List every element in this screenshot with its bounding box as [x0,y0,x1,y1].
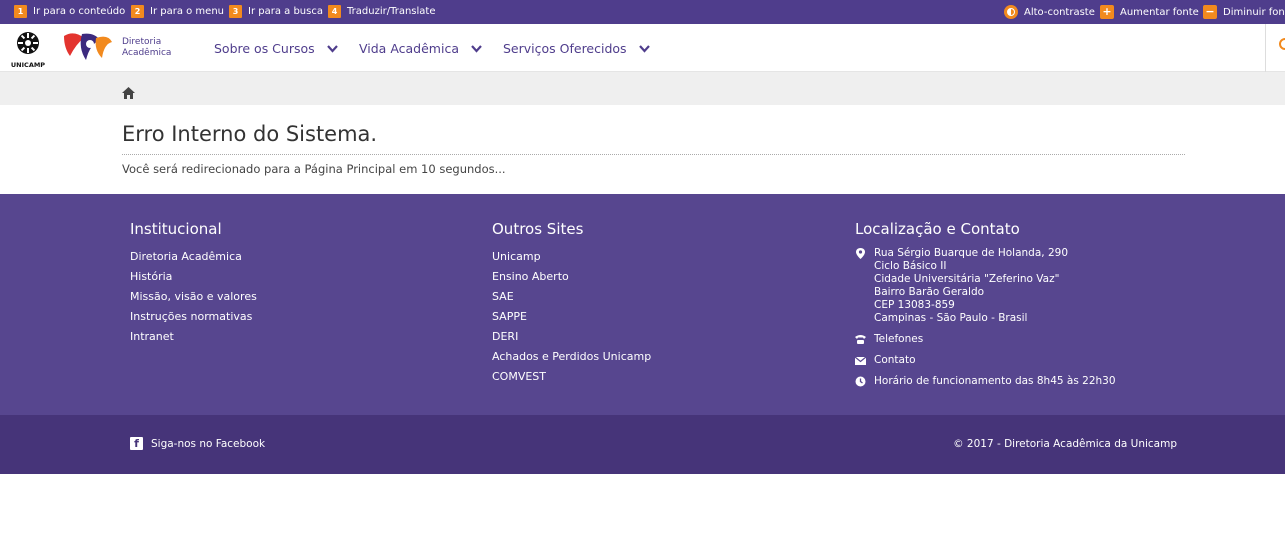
footer-link[interactable]: História [130,267,257,287]
site-footer: Institucional Diretoria Acadêmica Histór… [0,194,1285,415]
number-badge: 3 [229,5,242,18]
phone-icon [855,335,866,344]
address-line: Ciclo Básico II [874,260,947,272]
contrast-icon [1004,5,1018,19]
page-title: Erro Interno do Sistema. [122,122,378,146]
site-header: UNICAMP Diretoria Acadêmica Sobre os Cur… [0,24,1285,72]
skip-to-content-label: Ir para o conteúdo [33,6,126,17]
chevron-down-icon [471,44,482,53]
skip-to-menu-link[interactable]: 2 Ir para o menu [131,5,224,18]
number-badge: 4 [328,5,341,18]
footer-heading: Outros Sites [492,220,584,238]
footer-institucional: Institucional Diretoria Acadêmica Histór… [130,220,257,347]
skip-to-menu-label: Ir para o menu [150,6,224,17]
search-icon[interactable] [1279,38,1285,50]
address-line: Rua Sérgio Buarque de Holanda, 290 [874,247,1068,259]
sub-footer: f Siga-nos no Facebook © 2017 - Diretori… [0,415,1285,474]
footer-outros-sites: Outros Sites Unicamp Ensino Aberto SAE S… [492,220,651,387]
diretoria-academica-logo[interactable] [60,30,114,64]
brand-line1: Diretoria [122,37,162,47]
decrease-font-label: Diminuir fonte [1223,6,1285,18]
brand-text[interactable]: Diretoria Acadêmica [122,37,171,59]
footer-contato: Localização e Contato Rua Sérgio Buarque… [855,220,1116,396]
footer-heading: Institucional [130,220,222,238]
unicamp-logo[interactable]: UNICAMP [8,29,48,69]
footer-link[interactable]: Diretoria Acadêmica [130,247,257,267]
phone-link[interactable]: Telefones [855,333,1116,346]
header-divider [1265,24,1266,72]
minus-icon: − [1203,5,1217,19]
footer-link[interactable]: DERI [492,327,651,347]
footer-link[interactable]: Instruções normativas [130,307,257,327]
high-contrast-button[interactable]: Alto-contraste [1004,5,1095,19]
address-line: CEP 13083-859 [874,299,955,311]
skip-to-content-link[interactable]: 1 Ir para o conteúdo [14,5,125,18]
footer-link[interactable]: SAE [492,287,651,307]
footer-link[interactable]: COMVEST [492,367,651,387]
footer-link[interactable]: Missão, visão e valores [130,287,257,307]
unicamp-wordmark: UNICAMP [11,61,45,69]
contact-link[interactable]: Contato [855,354,1116,367]
address-line: Bairro Barão Geraldo [874,286,985,298]
envelope-icon [855,356,866,365]
accessibility-bar: 1 Ir para o conteúdo 2 Ir para o menu 3 … [0,0,1285,24]
facebook-link[interactable]: f Siga-nos no Facebook [130,437,265,450]
copyright-text: © 2017 - Diretoria Acadêmica da Unicamp [953,438,1177,450]
footer-link[interactable]: Achados e Perdidos Unicamp [492,347,651,367]
nav-label: Sobre os Cursos [214,41,315,56]
facebook-label: Siga-nos no Facebook [151,437,266,450]
footer-link[interactable]: Unicamp [492,247,651,267]
translate-link[interactable]: 4 Traduzir/Translate [328,5,435,18]
contact-label: Contato [874,354,916,366]
facebook-icon: f [130,437,143,450]
home-icon[interactable] [122,87,135,99]
footer-link[interactable]: Intranet [130,327,257,347]
increase-font-button[interactable]: + Aumentar fonte [1100,5,1199,19]
map-marker-icon [856,248,865,259]
title-divider [122,154,1185,155]
address-line: Campinas - São Paulo - Brasil [874,312,1028,324]
number-badge: 2 [131,5,144,18]
clock-icon [855,376,866,387]
opening-hours: Horário de funcionamento das 8h45 às 22h… [855,375,1116,388]
chevron-down-icon [326,44,338,53]
hours-label: Horário de funcionamento das 8h45 às 22h… [874,375,1116,387]
plus-icon: + [1100,5,1114,19]
nav-sobre-os-cursos[interactable]: Sobre os Cursos [214,41,338,56]
decrease-font-button[interactable]: − Diminuir fonte [1203,5,1285,19]
high-contrast-label: Alto-contraste [1024,6,1095,18]
increase-font-label: Aumentar fonte [1120,6,1199,18]
redirect-message: Você será redirecionado para a Página Pr… [122,162,506,176]
breadcrumb [0,72,1285,105]
nav-label: Serviços Oferecidos [503,41,627,56]
nav-label: Vida Acadêmica [359,41,459,56]
nav-vida-academica[interactable]: Vida Acadêmica [359,41,482,56]
skip-to-search-link[interactable]: 3 Ir para a busca [229,5,323,18]
phone-label: Telefones [874,333,924,345]
nav-servicos-oferecidos[interactable]: Serviços Oferecidos [503,41,650,56]
footer-link[interactable]: Ensino Aberto [492,267,651,287]
brand-line2: Acadêmica [122,48,172,58]
translate-label: Traduzir/Translate [347,6,436,17]
chevron-down-icon [638,44,650,53]
address-block: Rua Sérgio Buarque de Holanda, 290 Ciclo… [855,247,1116,325]
footer-heading: Localização e Contato [855,220,1020,238]
footer-link[interactable]: SAPPE [492,307,651,327]
address-line: Cidade Universitária "Zeferino Vaz" [874,273,1060,285]
skip-to-search-label: Ir para a busca [248,6,323,17]
number-badge: 1 [14,5,27,18]
